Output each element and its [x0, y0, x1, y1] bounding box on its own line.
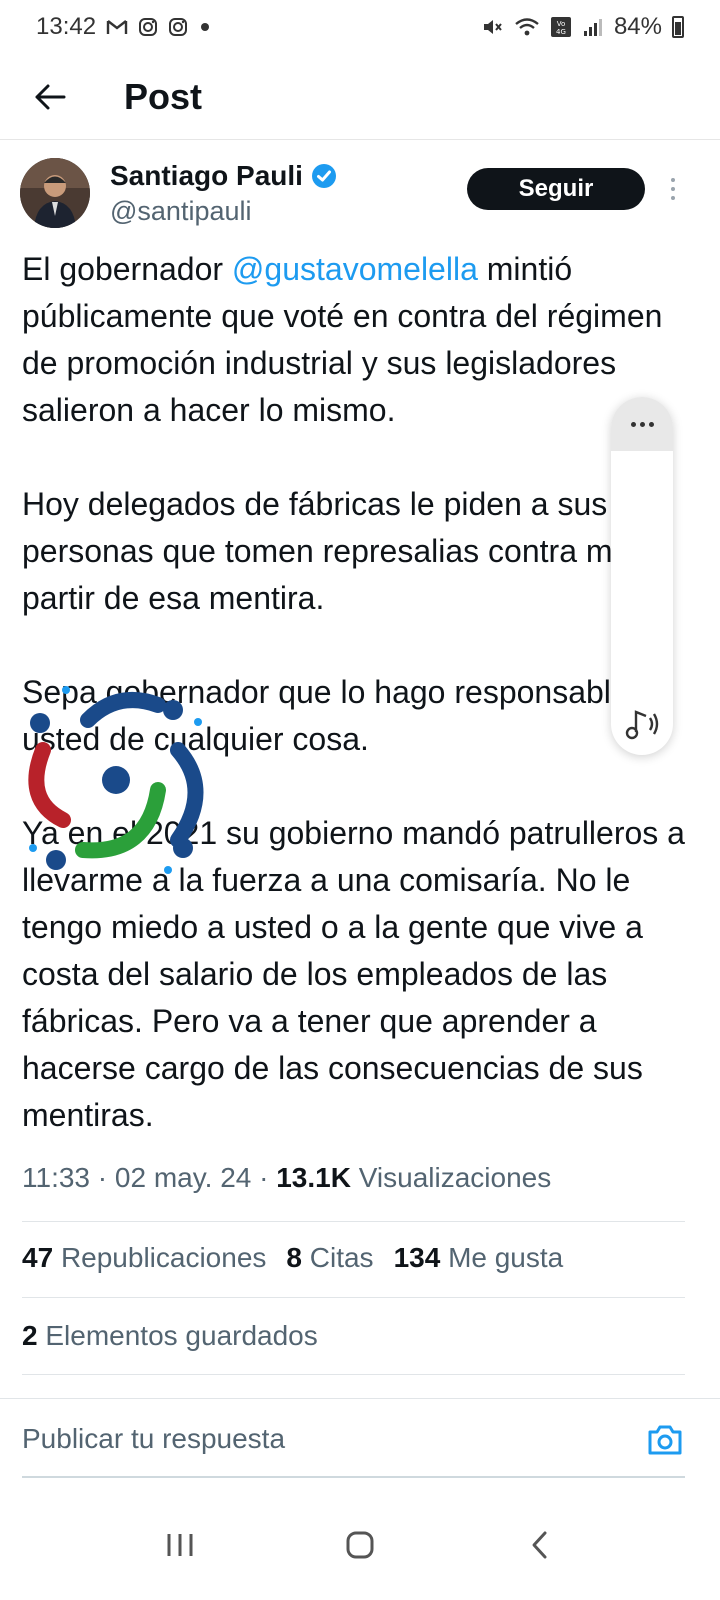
author-name[interactable]: Santiago Pauli: [110, 160, 337, 192]
reply-bar: [0, 1398, 720, 1478]
reply-input[interactable]: [22, 1419, 582, 1459]
system-nav-bar: [0, 1490, 720, 1600]
camera-button[interactable]: [646, 1423, 684, 1457]
dot-icon: [648, 421, 654, 427]
dot-icon: [671, 196, 675, 200]
gmail-icon: [106, 18, 128, 36]
tweet-paragraph: El gobernador @gustavomelella mintió púb…: [22, 251, 663, 428]
status-left: 13:42: [36, 13, 212, 41]
reply-underline: [22, 1476, 685, 1478]
app-header: Post: [0, 54, 720, 140]
wifi-icon: [514, 17, 540, 37]
recents-icon: [167, 1534, 193, 1556]
mute-icon: [482, 17, 504, 37]
tweet-time: 11:33: [22, 1162, 90, 1193]
dot-icon: [630, 421, 636, 427]
divider: [22, 1297, 685, 1298]
watermark-logo: [18, 680, 218, 880]
tweet-stats: 47 Republicaciones 8 Citas 134 Me gusta: [22, 1242, 563, 1274]
home-button[interactable]: [330, 1515, 390, 1575]
more-options-button[interactable]: [660, 172, 686, 206]
bookmarks-stat[interactable]: 2 Elementos guardados: [22, 1320, 318, 1352]
back-nav-button[interactable]: [510, 1515, 570, 1575]
dot-icon: [639, 421, 645, 427]
author-block: Santiago Pauli @santipauli Seguir: [20, 158, 700, 238]
tweet-date: 02 may. 24: [114, 1162, 252, 1193]
audio-button[interactable]: [619, 701, 665, 747]
battery-percent: 84%: [613, 13, 662, 40]
author-name-text: Santiago Pauli: [110, 160, 303, 191]
verified-badge-icon: [311, 164, 336, 188]
home-icon: [346, 1531, 374, 1559]
music-note-icon: [625, 710, 659, 740]
status-bar: 13:42 Vo 4G 84%: [0, 0, 720, 54]
avatar[interactable]: [20, 158, 90, 228]
svg-text:4G: 4G: [556, 28, 566, 36]
volte-icon: Vo 4G: [550, 16, 572, 38]
camera-icon: [648, 1425, 682, 1455]
svg-text:Vo: Vo: [557, 20, 566, 28]
views-count: 13.1K: [276, 1162, 351, 1193]
quotes-stat[interactable]: 8 Citas: [286, 1242, 373, 1274]
tweet-meta: 11:33 · 02 may. 24 · 13.1K Visualizacion…: [22, 1162, 552, 1193]
dot-icon: [671, 178, 675, 182]
views-label: Visualizaciones: [358, 1162, 552, 1193]
battery-icon: [672, 16, 684, 38]
back-button[interactable]: [0, 54, 100, 140]
chevron-left-icon: [532, 1531, 547, 1559]
recents-button[interactable]: [150, 1515, 210, 1575]
arrow-left-icon: [35, 84, 66, 109]
status-time: 13:42: [36, 13, 97, 40]
signal-icon: [582, 17, 604, 37]
dot-icon: [198, 20, 212, 34]
divider: [22, 1221, 685, 1222]
author-handle[interactable]: @santipauli: [110, 196, 252, 227]
reposts-stat[interactable]: 47 Republicaciones: [22, 1242, 266, 1274]
status-right: Vo 4G 84%: [482, 13, 684, 41]
instagram-icon: [138, 17, 158, 37]
floating-side-panel[interactable]: [611, 397, 673, 755]
tweet-paragraph: Hoy delegados de fábricas le piden a sus…: [22, 486, 649, 616]
likes-stat[interactable]: 134 Me gusta: [394, 1242, 564, 1274]
follow-button[interactable]: Seguir: [467, 168, 645, 210]
page-title: Post: [124, 75, 203, 117]
divider: [22, 1374, 685, 1375]
mention-link[interactable]: @gustavomelella: [232, 251, 478, 287]
instagram-icon: [168, 17, 188, 37]
panel-menu-button[interactable]: [611, 397, 673, 451]
dot-icon: [671, 187, 675, 191]
